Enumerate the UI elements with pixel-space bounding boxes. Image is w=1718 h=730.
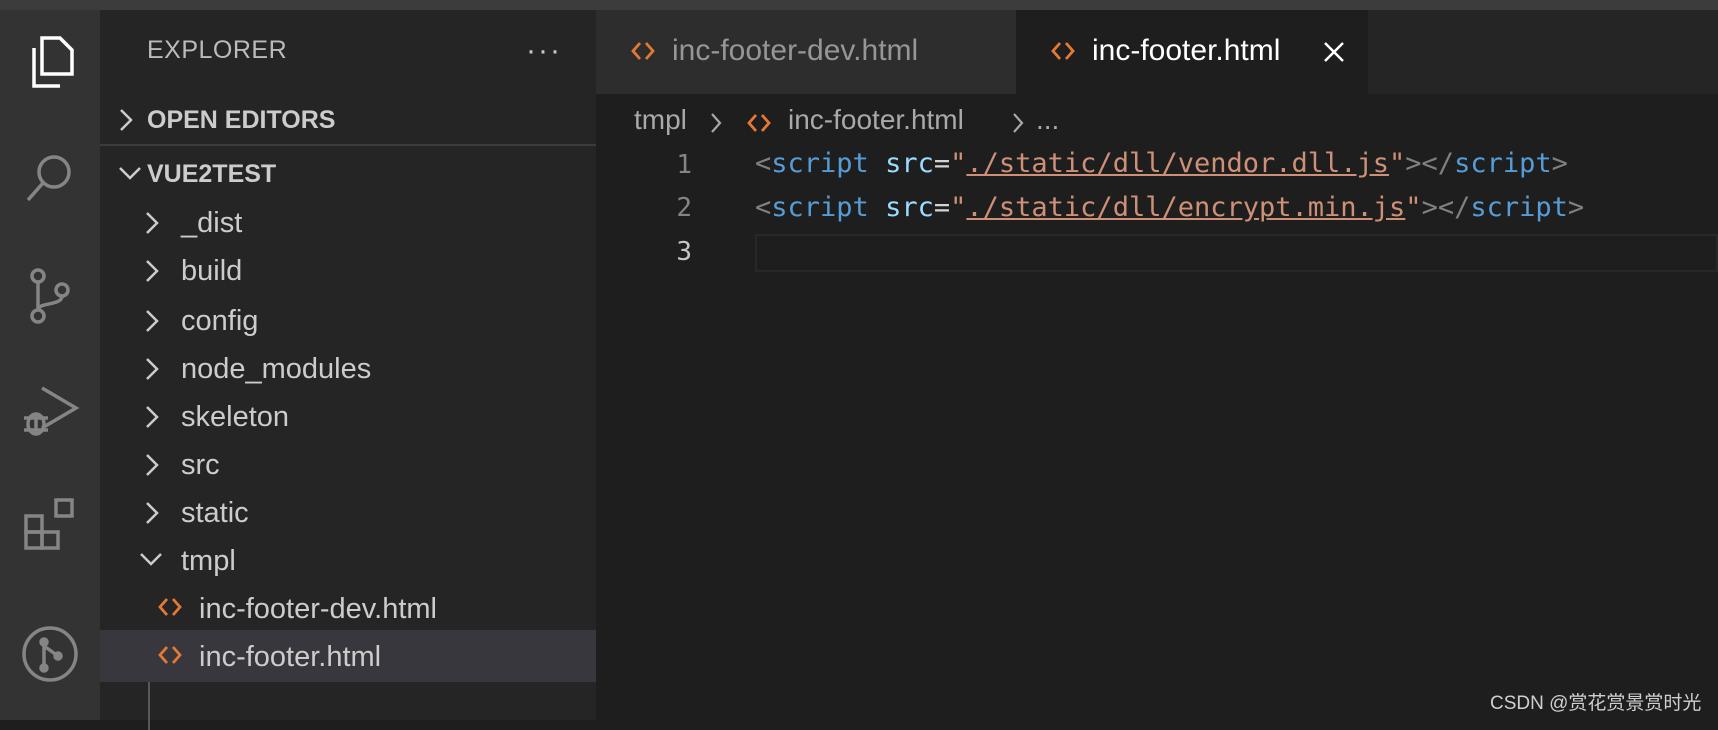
explorer-icon[interactable] [0, 22, 100, 102]
breadcrumb-file[interactable]: inc-footer.html [788, 104, 964, 136]
token: = [933, 148, 951, 179]
current-line-highlight [755, 234, 1718, 272]
tree-folder-node-modules[interactable]: node_modules [100, 342, 596, 394]
run-debug-icon[interactable] [0, 372, 100, 452]
activity-bar [0, 10, 100, 720]
token: " [1405, 192, 1422, 223]
file-label: inc-footer-dev.html [199, 593, 437, 625]
tab-inc-footer-dev[interactable]: inc-footer-dev.html [596, 10, 1016, 94]
tree-folder-src[interactable]: src [100, 438, 596, 490]
token-attr: src [885, 148, 934, 179]
chevron-right-icon [146, 212, 159, 234]
tab-label: inc-footer.html [1092, 34, 1281, 67]
token: ></ [1405, 148, 1455, 179]
token: " [950, 148, 967, 179]
chevron-right-icon [711, 113, 722, 133]
folder-label: config [181, 305, 259, 337]
editor-tabs: inc-footer-dev.html inc-footer.html [596, 10, 1718, 94]
more-actions-icon[interactable]: ··· [526, 34, 562, 68]
token-tag: script [1454, 148, 1552, 179]
tree-folder-config[interactable]: config [100, 294, 596, 346]
token: > [1551, 148, 1568, 179]
search-icon[interactable] [0, 138, 100, 218]
open-editors-label: OPEN EDITORS [147, 106, 336, 134]
project-label: VUE2TEST [147, 160, 277, 188]
source-control-icon[interactable] [0, 256, 100, 336]
tree-folder-tmpl[interactable]: tmpl [100, 534, 596, 586]
tree-file-inc-footer[interactable]: inc-footer.html [100, 630, 596, 682]
divider [100, 144, 596, 146]
token: = [933, 192, 951, 223]
token: < [755, 148, 772, 179]
breadcrumb-symbols[interactable]: ... [1036, 104, 1059, 136]
html-file-icon [631, 42, 655, 60]
folder-label: _dist [181, 207, 243, 239]
code-line[interactable]: <script src="./static/dll/encrypt.min.js… [755, 192, 1584, 223]
chevron-right-icon [146, 358, 159, 380]
tree-folder-dist[interactable]: _dist [100, 196, 596, 248]
folder-label: node_modules [181, 353, 372, 385]
tree-file-inc-footer-dev[interactable]: inc-footer-dev.html [100, 582, 596, 634]
tree-folder-skeleton[interactable]: skeleton [100, 390, 596, 442]
chevron-right-icon [146, 260, 159, 282]
token-link[interactable]: ./static/dll/vendor.dll.js [966, 148, 1389, 179]
folder-label: tmpl [181, 545, 236, 577]
tree-folder-build[interactable]: build [100, 244, 596, 296]
line-number: 1 [676, 150, 692, 180]
chevron-right-icon [146, 406, 159, 428]
chevron-right-icon [146, 454, 159, 476]
code-line[interactable]: <script src="./static/dll/vendor.dll.js"… [755, 148, 1568, 179]
folder-label: build [181, 255, 243, 287]
git-graph-icon[interactable] [0, 614, 100, 694]
html-file-icon [1051, 42, 1075, 60]
extensions-icon[interactable] [0, 484, 100, 564]
line-number: 2 [676, 193, 692, 223]
chevron-right-icon [1013, 113, 1024, 133]
tab-label: inc-footer-dev.html [672, 34, 919, 67]
chevron-down-icon [140, 553, 162, 566]
html-file-icon [158, 646, 182, 664]
chevron-right-icon [120, 109, 133, 131]
token: ></ [1421, 192, 1471, 223]
token-tag: script [1470, 192, 1568, 223]
file-label: inc-footer.html [199, 641, 382, 673]
breadcrumb-folder[interactable]: tmpl [634, 104, 687, 136]
token-tag: script [771, 148, 869, 179]
open-editors-section[interactable]: OPEN EDITORS [100, 94, 596, 146]
token: " [950, 192, 967, 223]
folder-label: src [181, 449, 220, 481]
line-number: 3 [676, 237, 692, 267]
title-bar [0, 0, 1718, 10]
token: > [1567, 192, 1585, 223]
chevron-right-icon [146, 310, 159, 332]
chevron-right-icon [146, 502, 159, 524]
explorer-sidebar: EXPLORER ··· OPEN EDITORS VUE2TEST _dist… [100, 10, 596, 730]
folder-label: static [181, 497, 249, 529]
close-icon[interactable] [1320, 38, 1348, 66]
watermark: CSDN @赏花赏景赏时光 [1490, 693, 1702, 714]
tab-inc-footer[interactable]: inc-footer.html [1016, 10, 1368, 94]
token: < [755, 192, 772, 223]
project-section[interactable]: VUE2TEST [100, 148, 596, 200]
token: " [1389, 148, 1406, 179]
token-tag: script [771, 192, 869, 223]
chevron-down-icon [119, 167, 141, 180]
explorer-title: EXPLORER [147, 36, 288, 64]
token-link[interactable]: ./static/dll/encrypt.min.js [966, 192, 1405, 223]
folder-label: skeleton [181, 401, 290, 433]
html-file-icon [158, 598, 182, 616]
token-attr: src [885, 192, 934, 223]
html-file-icon [747, 114, 771, 132]
tree-folder-static[interactable]: static [100, 486, 596, 538]
